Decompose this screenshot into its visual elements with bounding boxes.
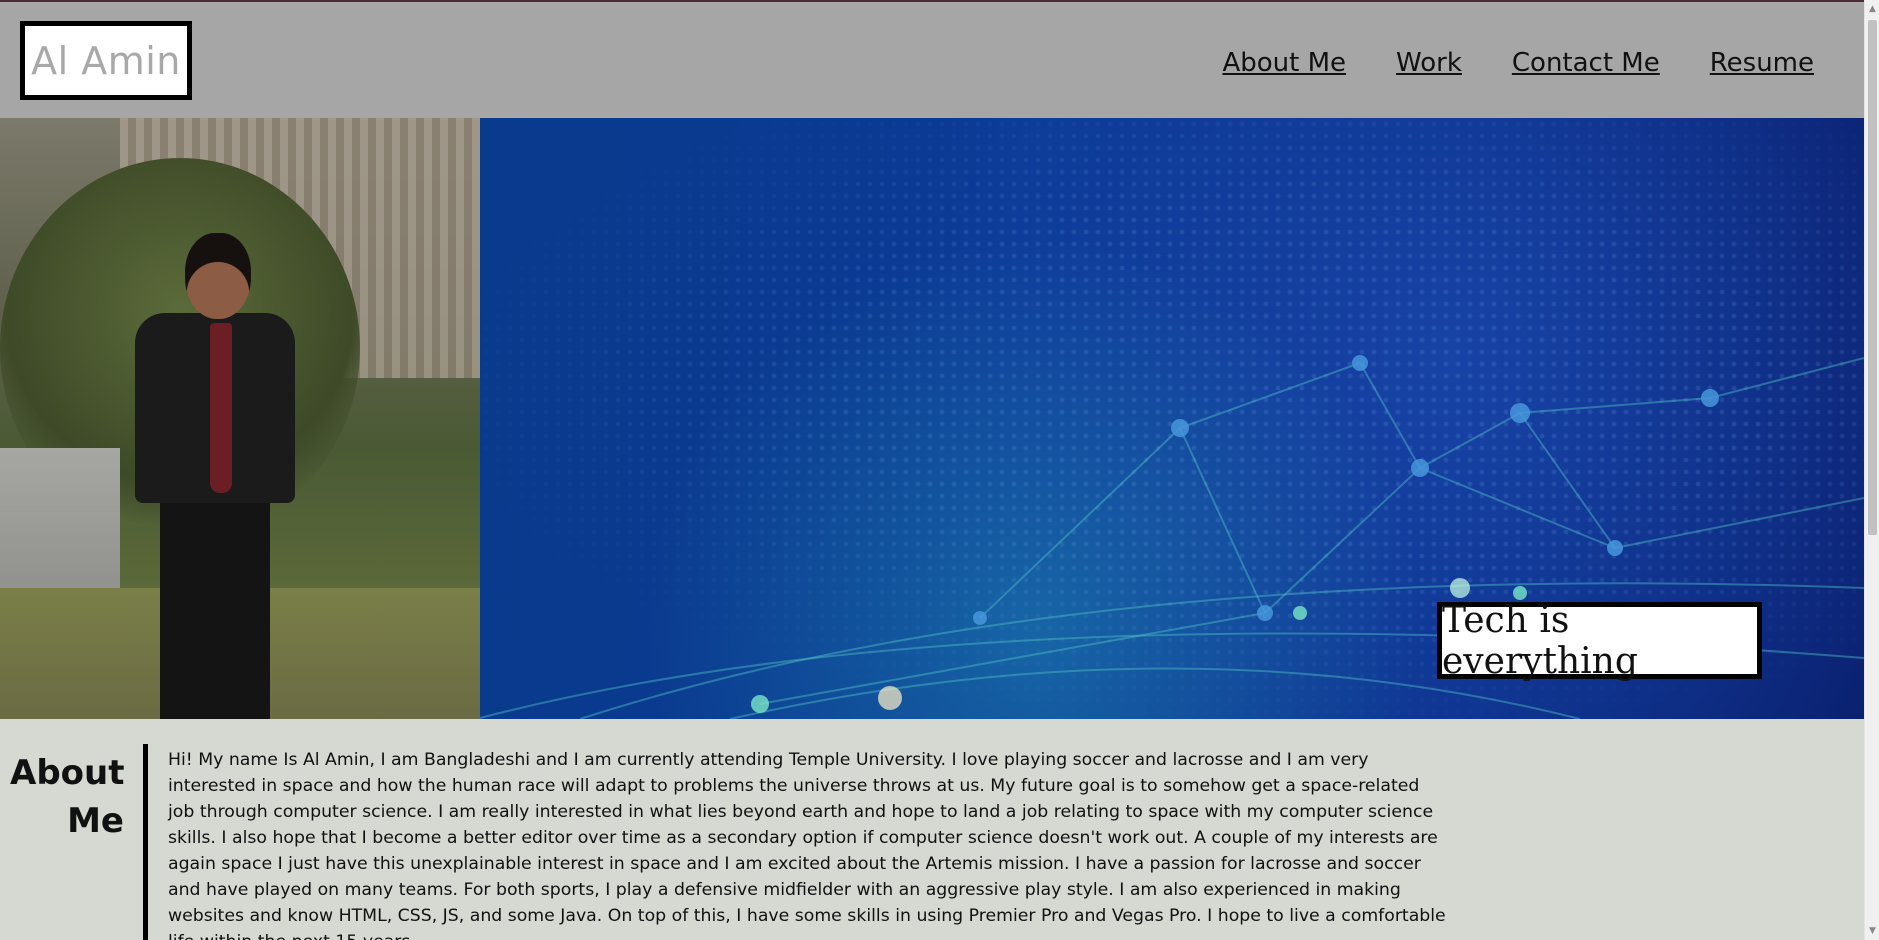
site-header: Al Amin About Me Work Contact Me Resume xyxy=(0,2,1864,118)
about-heading-line1: About xyxy=(10,753,125,793)
nav-link-about-me[interactable]: About Me xyxy=(1222,48,1346,78)
person-tie xyxy=(210,323,232,493)
nav-link-resume[interactable]: Resume xyxy=(1710,48,1814,78)
about-divider xyxy=(143,744,148,940)
vertical-scrollbar[interactable]: ▲ ▼ xyxy=(1864,0,1879,940)
scroll-up-arrow-icon[interactable]: ▲ xyxy=(1865,2,1879,16)
about-heading: About Me xyxy=(10,749,124,845)
nav-link-work[interactable]: Work xyxy=(1396,48,1462,78)
scroll-thumb[interactable] xyxy=(1868,20,1877,535)
nav-link-contact-me[interactable]: Contact Me xyxy=(1512,48,1660,78)
person-head xyxy=(185,233,251,319)
tech-world-map-image: Tech is everything xyxy=(480,118,1864,719)
hero-banner: Tech is everything xyxy=(0,118,1864,719)
person-legs xyxy=(160,503,270,719)
photo-person xyxy=(115,233,305,719)
about-paragraph: Hi! My name Is Al Amin, I am Bangladeshi… xyxy=(168,750,1446,940)
profile-photo xyxy=(0,118,480,719)
tagline-box: Tech is everything xyxy=(1437,599,1762,682)
scroll-down-arrow-icon[interactable]: ▼ xyxy=(1865,924,1879,938)
about-section: About Me Hi! My name Is Al Amin, I am Ba… xyxy=(0,719,1864,940)
tagline-text: Tech is everything xyxy=(1442,599,1638,682)
about-heading-line2: Me xyxy=(67,801,124,841)
logo[interactable]: Al Amin xyxy=(20,21,192,100)
main-nav: About Me Work Contact Me Resume xyxy=(1222,48,1814,78)
page: Al Amin About Me Work Contact Me Resume xyxy=(0,0,1864,940)
logo-text: Al Amin xyxy=(31,38,181,83)
